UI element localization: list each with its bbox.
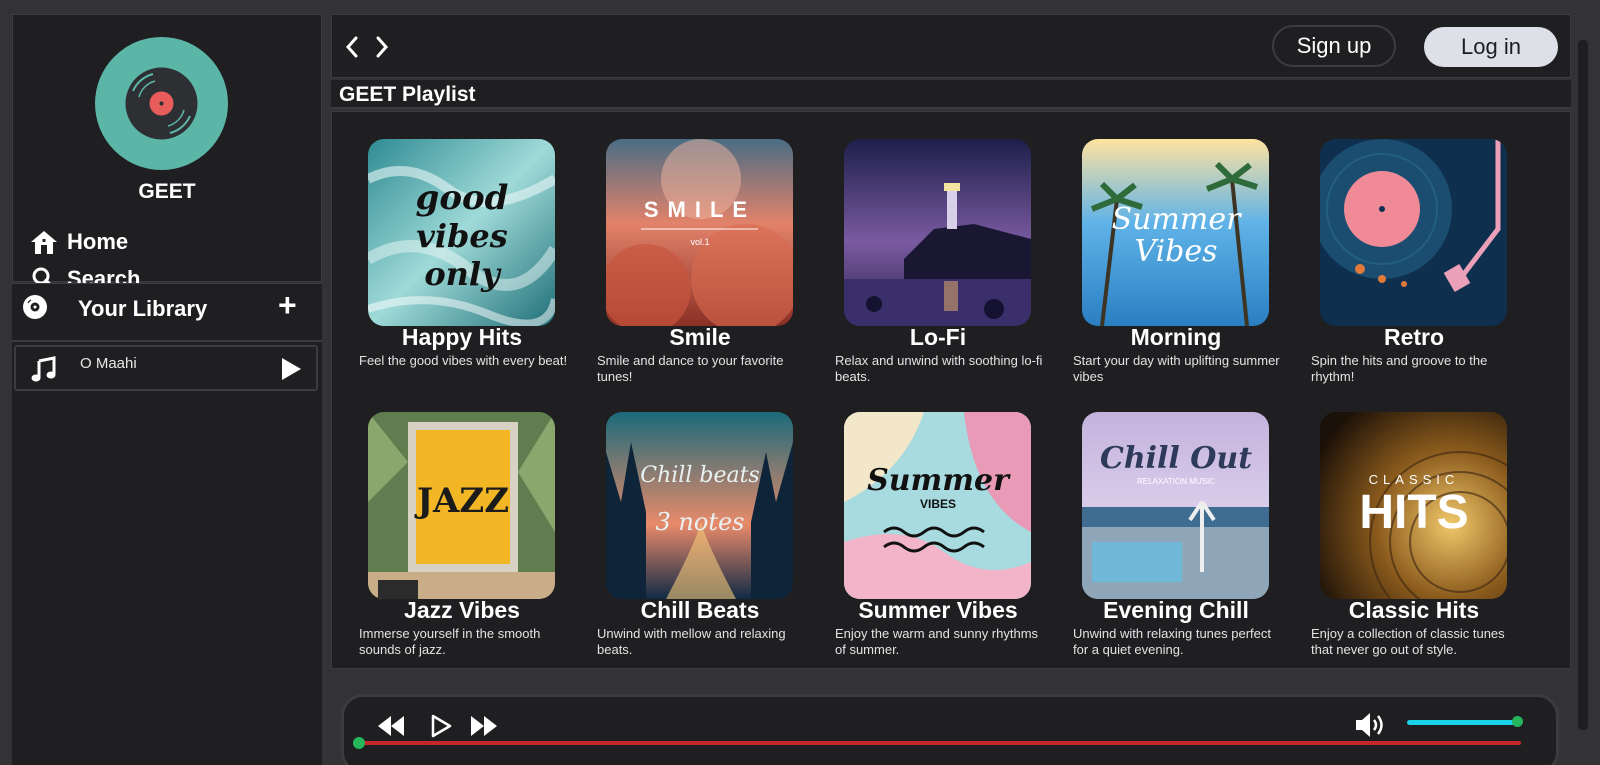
playlist-desc: Immerse yourself in the smooth sounds of… <box>359 626 541 657</box>
playlist-cover-retro[interactable] <box>1320 139 1507 326</box>
playlist-cover-morning[interactable]: Summer Vibes <box>1082 139 1269 326</box>
svg-text:CLASSIC: CLASSIC <box>1369 472 1460 487</box>
playlist-card[interactable]: good vibes only Happy Hits Feel the good… <box>359 139 573 401</box>
back-arrow-icon[interactable] <box>342 35 362 59</box>
playlist-desc: Unwind with relaxing tunes perfect for a… <box>1073 626 1271 657</box>
playlist-cover-smile[interactable]: SMILE vol.1 <box>606 139 793 326</box>
seek-bar-knob[interactable] <box>353 737 365 749</box>
library-item[interactable]: O Maahi <box>14 345 318 391</box>
forward-arrow-icon[interactable] <box>372 35 392 59</box>
login-button[interactable]: Log in <box>1424 27 1558 67</box>
playlist-card[interactable]: CLASSIC HITS Classic Hits Enjoy a collec… <box>1311 412 1525 668</box>
playlist-cover-happy-hits[interactable]: good vibes only <box>368 139 555 326</box>
playlist-title: Summer Vibes <box>858 597 1018 623</box>
music-note-icon <box>30 355 58 383</box>
seek-bar[interactable] <box>353 737 1521 749</box>
playlist-grid: good vibes only Happy Hits Feel the good… <box>331 111 1571 669</box>
playlist-cover-classic-hits[interactable]: CLASSIC HITS <box>1320 412 1507 599</box>
sidebar-top: GEET Home Search <box>12 14 322 291</box>
app-window: GEET Home Search Your Library + O Maahi … <box>0 0 1600 765</box>
playlist-title: Classic Hits <box>1348 597 1480 623</box>
playlist-card[interactable]: Lo-Fi Relax and unwind with soothing lo-… <box>835 139 1049 401</box>
svg-text:VIBES: VIBES <box>920 497 956 511</box>
playlist-card[interactable]: Retro Spin the hits and groove to the rh… <box>1311 139 1525 401</box>
playlist-desc: Feel the good vibes with every beat! <box>359 353 568 368</box>
playlist-cover-evening-chill[interactable]: Chill Out RELAXATION MUSIC <box>1082 412 1269 599</box>
vinyl-logo-icon <box>95 37 228 170</box>
svg-text:SMILE: SMILE <box>644 197 756 222</box>
playlist-cover-chill-beats[interactable]: Chill beats 3 notes <box>606 412 793 599</box>
playlist-card[interactable]: Summer VIBES Summer Vibes Enjoy the warm… <box>835 412 1049 668</box>
playlist-cover-jazz-vibes[interactable]: JAZZ <box>368 412 555 599</box>
playlist-card[interactable]: SMILE vol.1 Smile Smile and dance to you… <box>597 139 811 401</box>
svg-text:good: good <box>416 178 509 218</box>
play-icon[interactable] <box>429 714 453 738</box>
top-bar: Sign up Log in <box>331 14 1571 78</box>
brand-name: GEET <box>138 180 196 203</box>
svg-text:only: only <box>424 255 502 293</box>
previous-icon[interactable] <box>376 715 406 737</box>
svg-text:Chill Out: Chill Out <box>1100 441 1252 476</box>
svg-text:RELAXATION MUSIC: RELAXATION MUSIC <box>1137 477 1215 486</box>
playlist-title: Chill Beats <box>640 597 760 623</box>
playlist-card[interactable]: Summer Vibes Morning Start your day with… <box>1073 139 1287 401</box>
nav-home[interactable]: Home <box>29 228 128 256</box>
playlist-title: Jazz Vibes <box>404 597 520 623</box>
svg-text:HITS: HITS <box>1359 486 1468 539</box>
playlist-desc: Unwind with mellow and relaxing beats. <box>597 626 786 657</box>
library-title: Your Library <box>78 296 208 321</box>
home-icon <box>29 228 59 256</box>
playlist-desc: Start your day with uplifting summer vib… <box>1073 353 1280 384</box>
playlist-title: Evening Chill <box>1103 597 1249 623</box>
svg-text:vol.1: vol.1 <box>690 237 709 247</box>
playlist-card[interactable]: JAZZ Jazz Vibes Immerse yourself in the … <box>359 412 573 668</box>
svg-text:Chill beats: Chill beats <box>640 463 759 488</box>
playlist-title: Retro <box>1383 324 1445 350</box>
svg-text:Vibes: Vibes <box>1134 234 1217 269</box>
svg-text:vibes: vibes <box>416 217 508 255</box>
section-title: GEET Playlist <box>331 80 1571 109</box>
svg-text:Summer: Summer <box>1112 202 1243 237</box>
library-play-icon[interactable] <box>280 357 302 381</box>
playlist-desc: Smile and dance to your favorite tunes! <box>597 353 784 384</box>
playlist-title: Smile <box>669 324 731 350</box>
playlist-card[interactable]: Chill beats 3 notes Chill Beats Unwind w… <box>597 412 811 668</box>
nav-home-label: Home <box>67 229 129 254</box>
playlist-title: Lo-Fi <box>909 324 967 350</box>
player-bar <box>341 694 1559 765</box>
svg-text:3 notes: 3 notes <box>656 508 745 536</box>
playlist-title: Morning <box>1130 324 1222 350</box>
svg-text:JAZZ: JAZZ <box>414 481 509 521</box>
volume-slider[interactable] <box>1407 716 1523 727</box>
playlist-cover-summer-vibes[interactable]: Summer VIBES <box>844 412 1031 599</box>
library-header: Your Library + <box>12 284 322 342</box>
playlist-title: Happy Hits <box>401 324 523 350</box>
volume-slider-fill <box>1407 720 1517 725</box>
next-icon[interactable] <box>469 715 499 737</box>
playlist-card[interactable]: Chill Out RELAXATION MUSIC Evening Chill… <box>1073 412 1287 668</box>
sidebar-library: Your Library + O Maahi <box>12 283 322 765</box>
playlist-desc: Relax and unwind with soothing lo-fi bea… <box>835 353 1043 384</box>
library-item-label: O Maahi <box>80 355 137 372</box>
playlist-desc: Spin the hits and groove to the rhythm! <box>1311 353 1488 384</box>
playlist-cover-lofi[interactable] <box>844 139 1031 326</box>
scrollbar-thumb[interactable] <box>1578 40 1588 730</box>
playlist-desc: Enjoy the warm and sunny rhythms of summ… <box>835 626 1039 657</box>
add-library-button[interactable]: + <box>278 288 297 322</box>
volume-icon[interactable] <box>1354 711 1388 739</box>
svg-text:Summer: Summer <box>867 463 1011 498</box>
volume-slider-knob[interactable] <box>1512 716 1523 727</box>
signup-button[interactable]: Sign up <box>1272 25 1396 67</box>
playlist-desc: Enjoy a collection of classic tunes that… <box>1311 626 1505 657</box>
library-disc-icon <box>22 294 48 320</box>
